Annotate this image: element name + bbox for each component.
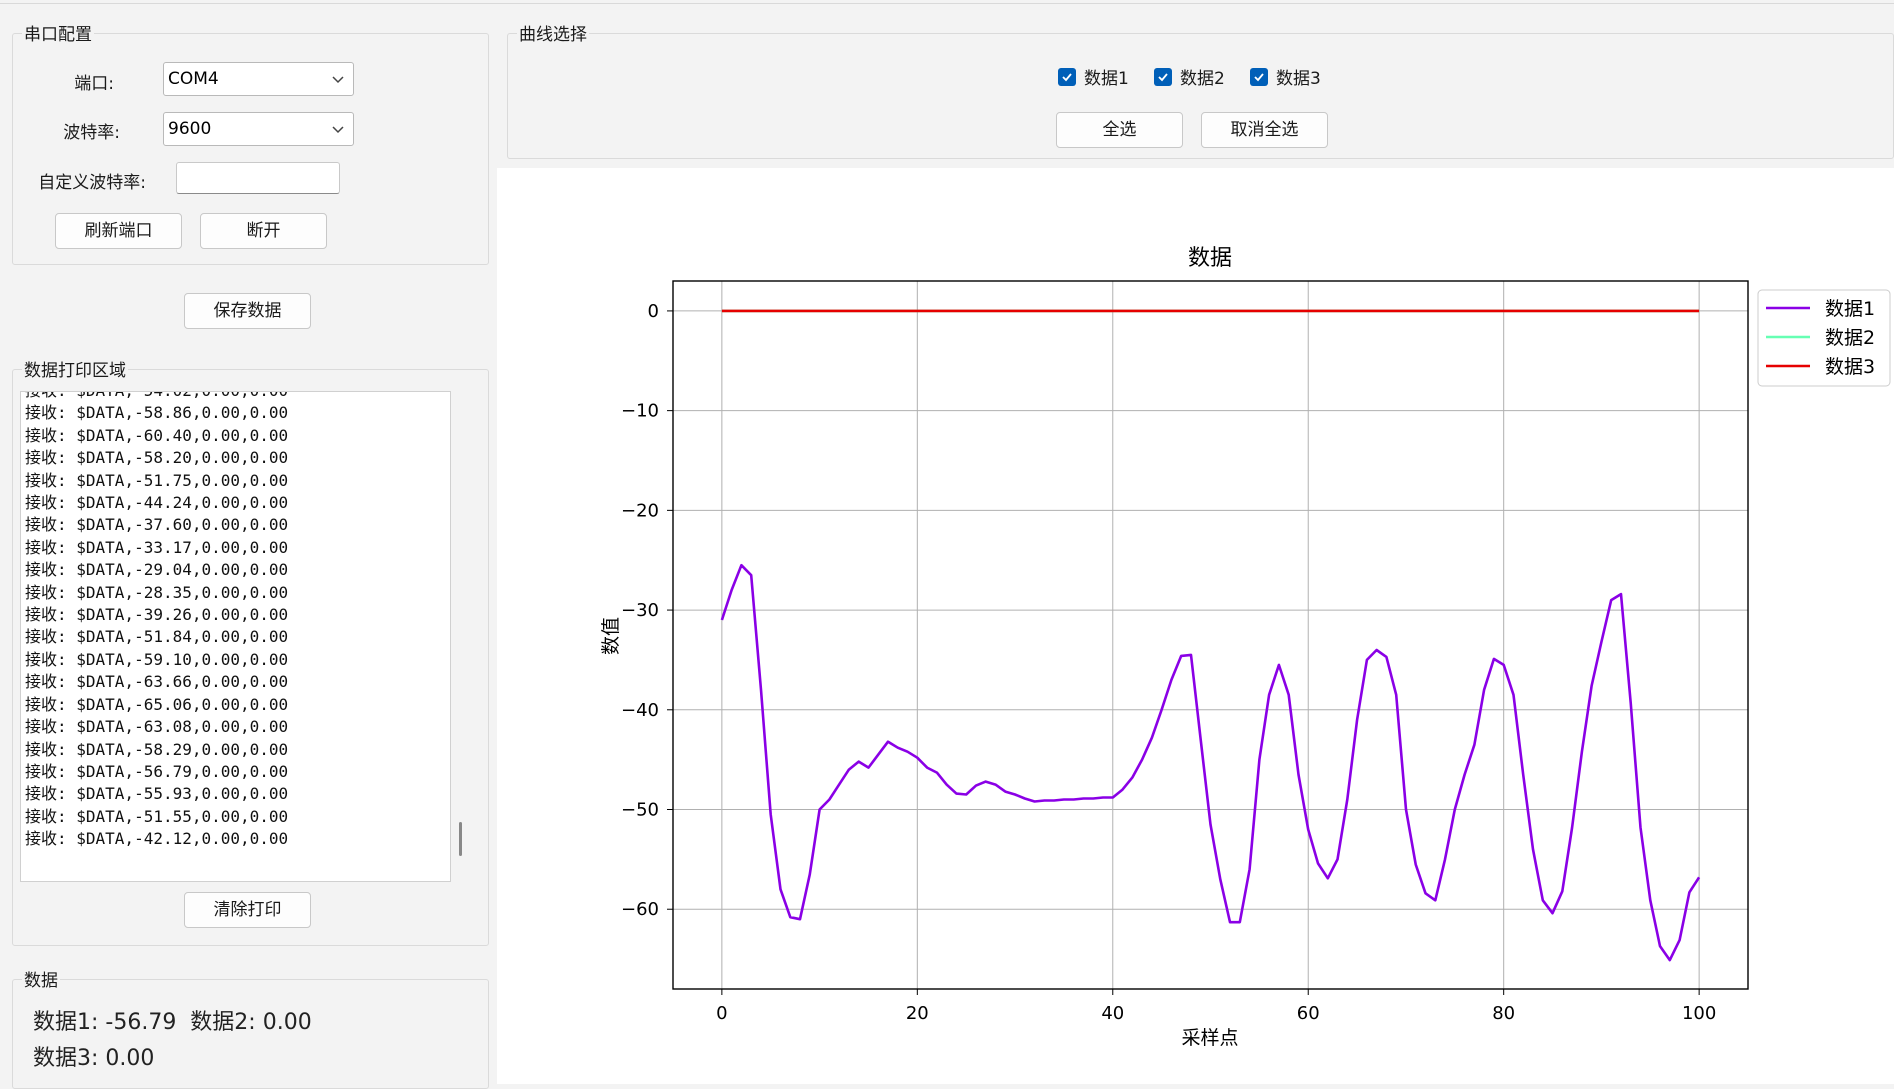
- legend-label: 数据3: [1825, 356, 1875, 378]
- y-axis-label: 数值: [600, 617, 622, 655]
- axis-ticks: 0 20 40 60 80 100 0 −10 −20 −30 −40 −50 −60: [621, 301, 1716, 1024]
- chart-legend: 数据1 数据2 数据3: [1757, 289, 1891, 387]
- series-line-1: [720, 563, 1701, 962]
- y-tick-label: −60: [621, 899, 659, 920]
- plot-frame: [672, 280, 1749, 990]
- line-chart: 数据 采样点 数值 0 20 40 60 80 100 0 −10 −20 −30 −40 −50 −6…: [600, 246, 1891, 1049]
- legend-label: 数据2: [1825, 327, 1875, 349]
- x-tick-label: 40: [1101, 1003, 1124, 1024]
- legend-label: 数据1: [1825, 298, 1875, 320]
- x-tick-label: 80: [1492, 1003, 1515, 1024]
- y-tick-label: 0: [648, 301, 659, 322]
- y-tick-label: −30: [621, 600, 659, 621]
- chart-title: 数据: [1188, 246, 1232, 271]
- x-tick-label: 60: [1297, 1003, 1320, 1024]
- grid-lines: [673, 281, 1748, 989]
- y-tick-label: −10: [621, 401, 659, 422]
- series-lines: [720, 309, 1701, 962]
- y-tick-label: −50: [621, 800, 659, 821]
- x-tick-label: 100: [1682, 1003, 1716, 1024]
- y-tick-label: −20: [621, 500, 659, 521]
- y-tick-label: −40: [621, 700, 659, 721]
- x-tick-label: 0: [716, 1003, 727, 1024]
- x-tick-label: 20: [906, 1003, 929, 1024]
- x-axis-label: 采样点: [1181, 1027, 1238, 1049]
